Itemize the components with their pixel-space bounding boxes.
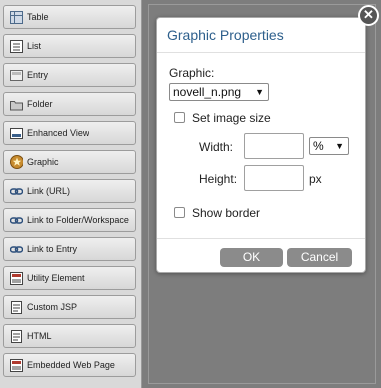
dropdown-arrow-icon: ▼ [335, 141, 344, 151]
show-border-label: Show border [192, 206, 261, 220]
palette-item-label: Folder [27, 99, 53, 109]
palette-item-label: Link to Folder/Workspace [27, 215, 129, 225]
graphic-properties-dialog: Graphic Properties Graphic: novell_n.png… [156, 17, 366, 273]
palette-item-html[interactable]: HTML [3, 324, 136, 348]
palette-item-label: Custom JSP [27, 302, 78, 312]
graphic-select[interactable]: novell_n.png ▼ [169, 83, 269, 101]
palette-item-entry[interactable]: Entry [3, 63, 136, 87]
palette-item-label: Embedded Web Page [27, 360, 115, 370]
width-unit-select[interactable]: % ▼ [309, 137, 349, 155]
palette-item-link-folder[interactable]: Link to Folder/Workspace [3, 208, 136, 232]
set-image-size-checkbox[interactable] [174, 112, 185, 123]
palette-item-link-url[interactable]: Link (URL) [3, 179, 136, 203]
palette-item-label: Entry [27, 70, 49, 80]
dropdown-arrow-icon: ▼ [255, 87, 264, 97]
palette-item-custom-jsp[interactable]: Custom JSP [3, 295, 136, 319]
entry-icon [10, 69, 23, 82]
list-icon [10, 39, 23, 53]
palette-item-utility-element[interactable]: Utility Element [3, 266, 136, 290]
palette-item-link-entry[interactable]: Link to Entry [3, 237, 136, 261]
palette-item-label: Table [27, 12, 49, 22]
set-image-size-label: Set image size [192, 111, 271, 125]
palette-item-list[interactable]: List [3, 34, 136, 58]
table-icon [10, 10, 23, 24]
height-input[interactable] [244, 165, 304, 191]
graphic-star-icon [10, 155, 23, 169]
palette-item-enhanced-view[interactable]: Enhanced View [3, 121, 136, 145]
width-input[interactable] [244, 133, 304, 159]
palette-item-embedded-web-page[interactable]: Embedded Web Page [3, 353, 136, 377]
jsp-icon [10, 300, 23, 314]
width-unit-value: % [313, 139, 324, 153]
palette-item-label: Link (URL) [27, 186, 71, 196]
link-entry-icon [10, 243, 23, 256]
cancel-button[interactable]: Cancel [287, 248, 352, 267]
palette-item-label: HTML [27, 331, 52, 341]
link-icon [10, 185, 23, 198]
palette-item-label: List [27, 41, 42, 51]
palette-item-folder[interactable]: Folder [3, 92, 136, 116]
graphic-label: Graphic: [169, 66, 215, 80]
palette-item-label: Graphic [27, 157, 59, 167]
ok-button[interactable]: OK [220, 248, 283, 267]
height-unit-label: px [309, 172, 322, 186]
palette-item-graphic[interactable]: Graphic [3, 150, 136, 174]
divider [157, 238, 365, 239]
html-icon [10, 329, 23, 343]
folder-icon [10, 98, 23, 111]
graphic-select-value: novell_n.png [173, 85, 242, 99]
palette-item-label: Link to Entry [27, 244, 78, 254]
height-label: Height: [199, 172, 238, 186]
dialog-title: Graphic Properties [167, 27, 284, 43]
divider [157, 52, 365, 53]
palette-item-label: Enhanced View [27, 128, 90, 138]
link-folder-icon [10, 214, 23, 227]
utility-icon [10, 271, 23, 285]
close-icon[interactable]: ✕ [358, 5, 379, 26]
web-page-icon [10, 358, 23, 372]
show-border-checkbox[interactable] [174, 207, 185, 218]
palette-item-table[interactable]: Table [3, 5, 136, 29]
palette-item-label: Utility Element [27, 273, 85, 283]
width-label: Width: [199, 140, 234, 154]
enhanced-view-icon [10, 127, 23, 140]
element-palette: Table List Entry Folder Enhanced View Gr… [0, 0, 142, 388]
